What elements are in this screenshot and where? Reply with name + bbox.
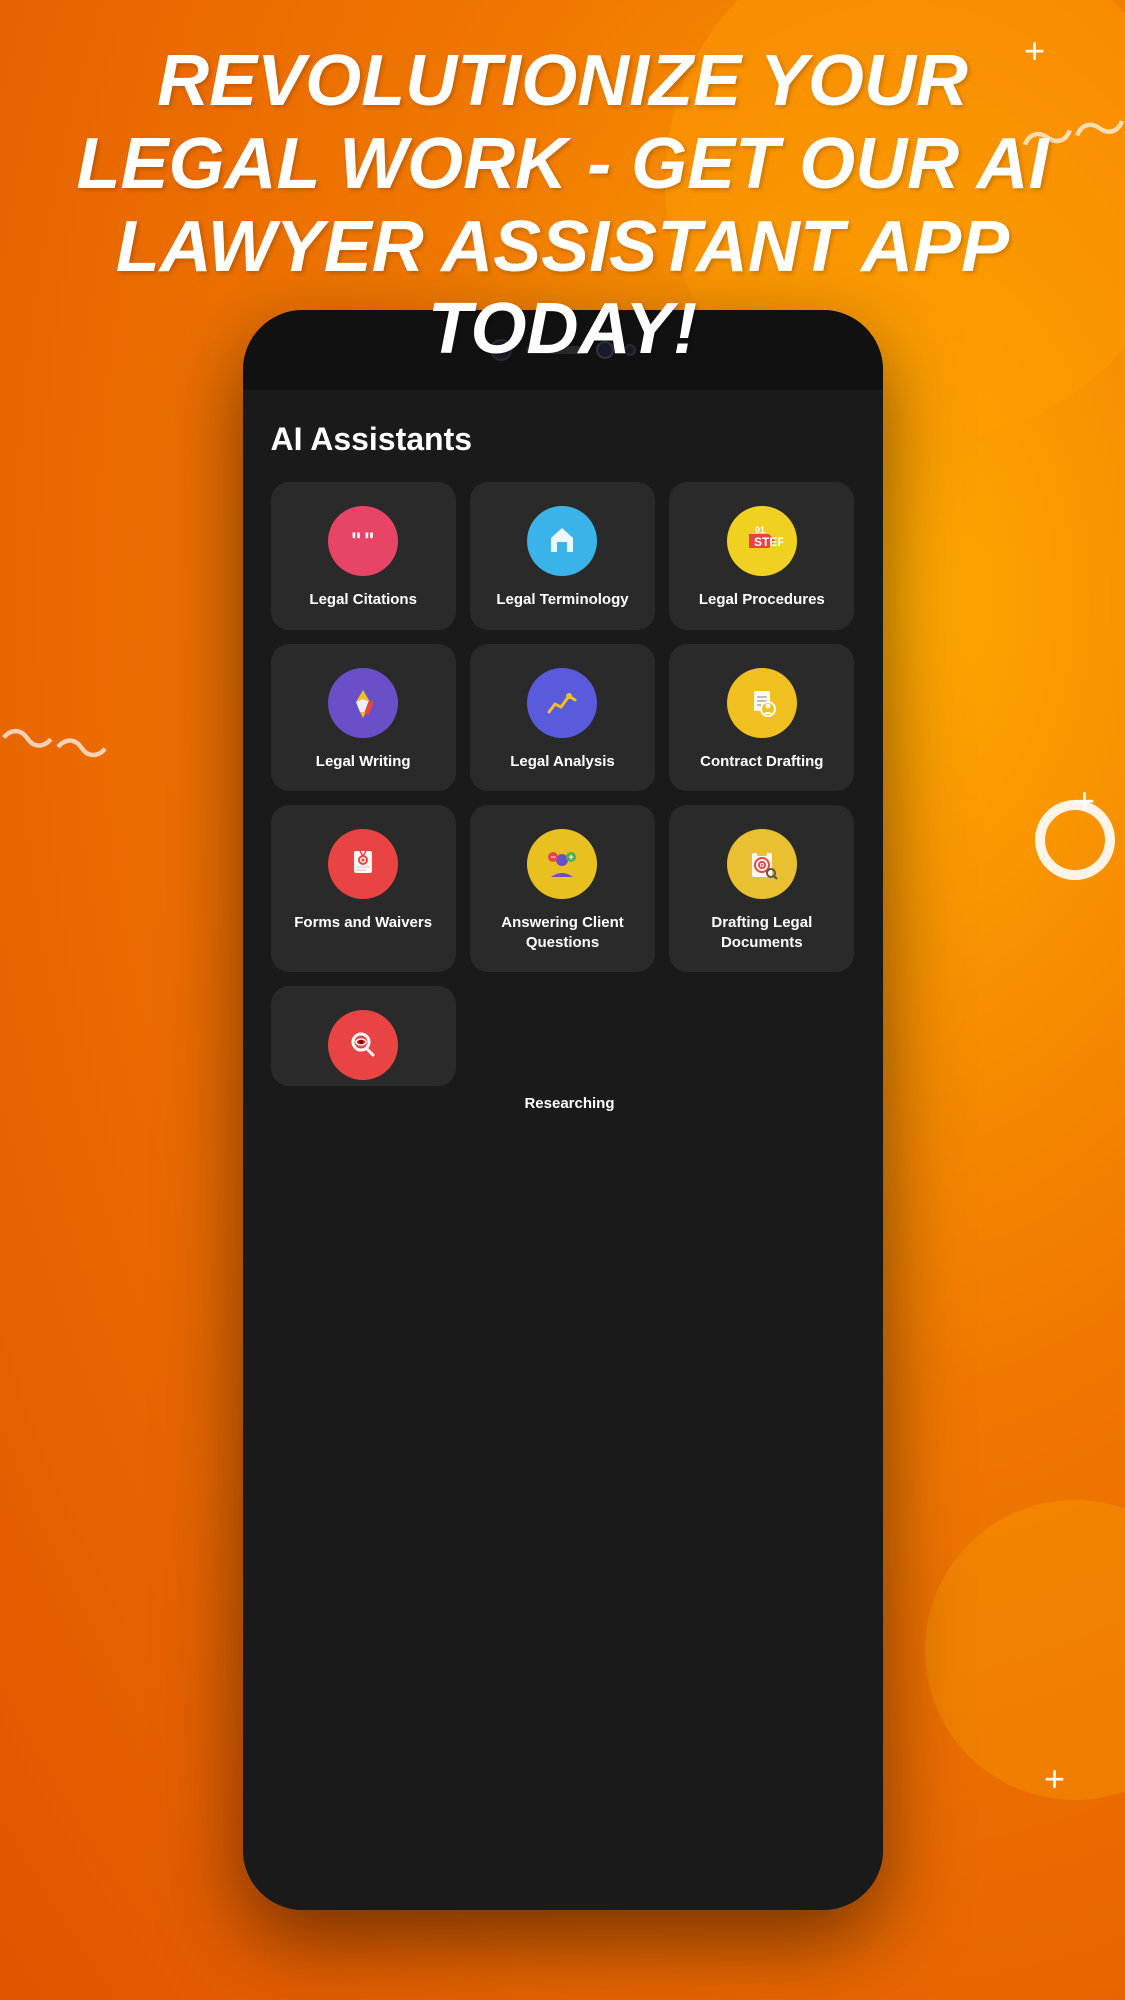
card-legal-citations[interactable]: " " Legal Citations xyxy=(271,482,456,630)
svg-text:−: − xyxy=(551,852,556,862)
headline: REVOLUTIONIZE YOUR LEGAL WORK - GET OUR … xyxy=(40,40,1085,371)
drafting-svg xyxy=(741,682,783,724)
analysis-icon xyxy=(527,668,597,738)
screen-content: AI Assistants " " Legal Citations xyxy=(243,385,883,1134)
card-legal-writing[interactable]: Legal Writing xyxy=(271,644,456,792)
drafting-icon xyxy=(727,668,797,738)
deco-circle-outline xyxy=(1035,800,1115,880)
phone-screen: AI Assistants " " Legal Citations xyxy=(243,385,883,1910)
cards-grid-row3: Forms and Waivers − xyxy=(271,805,855,972)
card-forms-waivers[interactable]: Forms and Waivers xyxy=(271,805,456,972)
svg-text:": " xyxy=(351,528,361,553)
drafting-label: Contract Drafting xyxy=(700,752,823,772)
card-legal-analysis[interactable]: Legal Analysis xyxy=(470,644,655,792)
forms-svg xyxy=(342,843,384,885)
phone-frame: AI Assistants " " Legal Citations xyxy=(243,310,883,1910)
svg-text:+: + xyxy=(569,852,574,862)
card-legal-procedures[interactable]: STEP 01 Legal Procedures xyxy=(669,482,854,630)
draftdocs-icon xyxy=(727,829,797,899)
analysis-label: Legal Analysis xyxy=(510,752,615,772)
card-contract-drafting[interactable]: Contract Drafting xyxy=(669,644,854,792)
terminology-icon xyxy=(527,506,597,576)
draftdocs-label: Drafting Legal Documents xyxy=(681,913,842,952)
writing-svg xyxy=(342,682,384,724)
terminology-svg xyxy=(541,520,583,562)
procedures-svg: STEP 01 xyxy=(741,520,783,562)
section-title: AI Assistants xyxy=(271,421,855,458)
forms-label: Forms and Waivers xyxy=(294,913,432,933)
svg-text:STEP: STEP xyxy=(754,535,783,549)
citations-svg: " " xyxy=(342,520,384,562)
researching-icon xyxy=(328,1010,398,1080)
svg-text:": " xyxy=(364,528,374,553)
forms-icon xyxy=(328,829,398,899)
procedures-label: Legal Procedures xyxy=(699,590,825,610)
procedures-icon: STEP 01 xyxy=(727,506,797,576)
citations-label: Legal Citations xyxy=(309,590,417,610)
writing-label: Legal Writing xyxy=(316,752,411,772)
researching-svg xyxy=(342,1024,384,1066)
citations-icon: " " xyxy=(328,506,398,576)
draftdocs-svg xyxy=(741,843,783,885)
deco-plus-3: + xyxy=(1044,1758,1065,1800)
researching-label-partial: Researching xyxy=(271,1086,855,1114)
terminology-label: Legal Terminology xyxy=(496,590,628,610)
answering-icon: − + xyxy=(527,829,597,899)
cards-grid-row4-partial xyxy=(271,986,855,1086)
answering-svg: − + xyxy=(541,843,583,885)
card-drafting-docs[interactable]: Drafting Legal Documents xyxy=(669,805,854,972)
writing-icon xyxy=(328,668,398,738)
analysis-svg xyxy=(541,682,583,724)
answering-label: Answering Client Questions xyxy=(482,913,643,952)
svg-text:01: 01 xyxy=(755,525,765,535)
cards-grid-row2: Legal Writing Legal Analysis xyxy=(271,644,855,792)
researching-text: Researching xyxy=(285,1094,855,1114)
card-legal-terminology[interactable]: Legal Terminology xyxy=(470,482,655,630)
card-researching-partial[interactable] xyxy=(271,986,456,1086)
cards-grid-row1: " " Legal Citations xyxy=(271,482,855,630)
card-answering-client[interactable]: − + Answering Client Questions xyxy=(470,805,655,972)
header-section: REVOLUTIONIZE YOUR LEGAL WORK - GET OUR … xyxy=(0,40,1125,371)
